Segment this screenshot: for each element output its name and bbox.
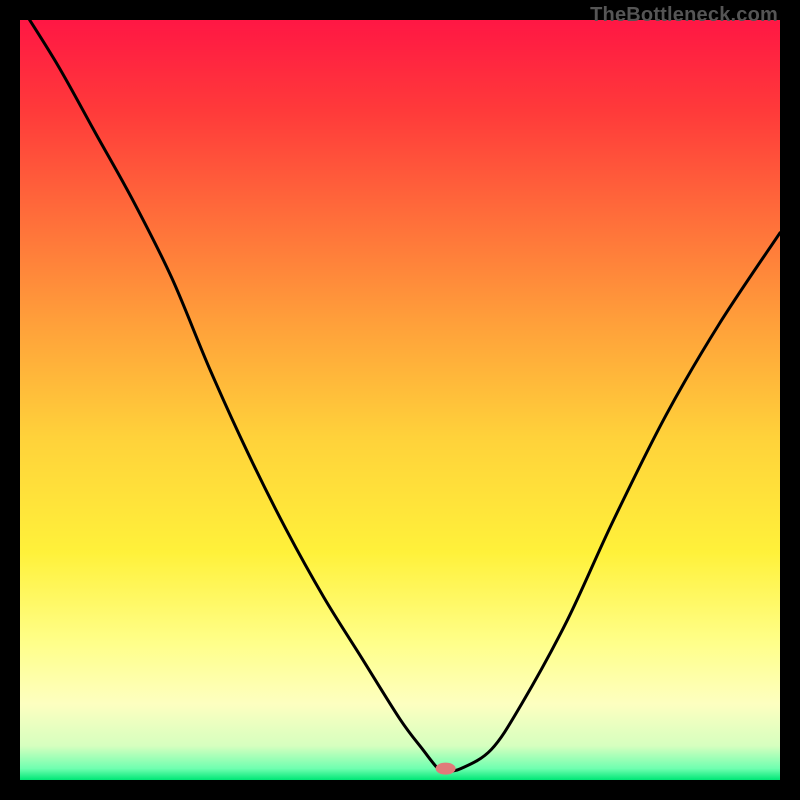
chart-frame: TheBottleneck.com	[0, 0, 800, 800]
bottleneck-curve	[20, 20, 780, 771]
watermark-text: TheBottleneck.com	[590, 4, 778, 27]
line-chart	[20, 20, 780, 780]
plot-area	[20, 20, 780, 780]
minimum-marker	[436, 763, 456, 775]
